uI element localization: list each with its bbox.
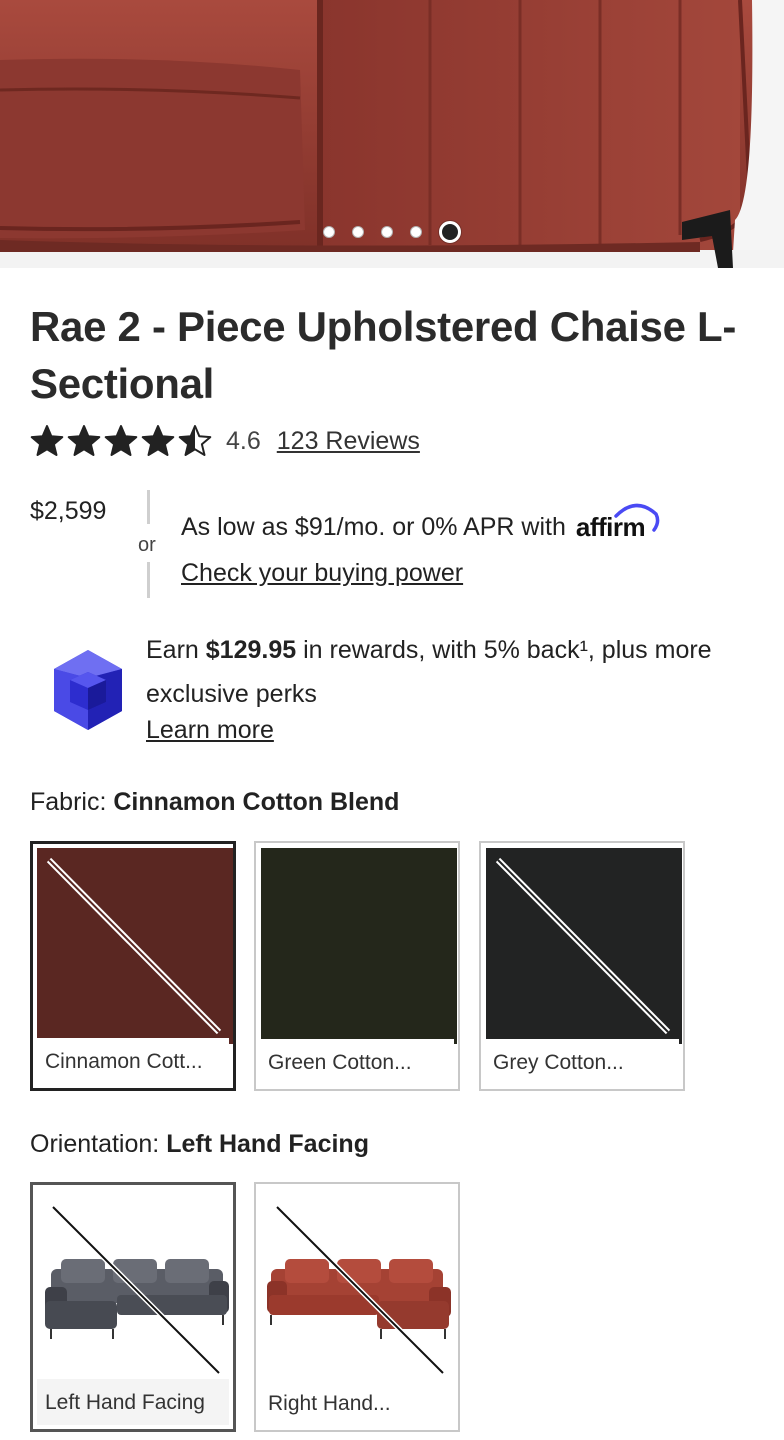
carousel-dot[interactable] [410,226,422,238]
fabric-swatch-caption: Grey Cotton... [493,1051,624,1074]
carousel-dots [0,220,784,244]
orientation-caption: Right Hand... [268,1392,391,1415]
carousel-dot[interactable] [323,226,335,238]
rewards-prefix: Earn [146,636,206,664]
star-full-icon [30,425,64,456]
fabric-selected-value: Cinnamon Cotton Blend [113,788,400,816]
or-label: or [138,534,156,556]
financing-text: As low as $91/mo. or 0% APR with [181,513,566,541]
fabric-swatch-image [37,848,233,1044]
star-full-icon [104,425,138,456]
reviews-link[interactable]: 123 Reviews [277,427,420,456]
fabric-swatch-cinnamon[interactable]: Cinnamon Cott... [30,841,236,1091]
fabric-swatch-green[interactable]: Green Cotton... [254,841,460,1091]
product-title: Rae 2 - Piece Upholstered Chaise L-Secti… [30,303,737,407]
sectional-left-image [45,1205,229,1375]
orientation-selected-value: Left Hand Facing [166,1130,369,1158]
carousel-dot[interactable] [352,226,364,238]
check-buying-power-link[interactable]: Check your buying power [181,559,463,588]
star-half-icon [178,425,212,456]
fabric-swatch-image [261,848,457,1044]
affirm-arc-icon [614,503,660,532]
carousel-dot[interactable] [381,226,393,238]
fabric-label-prefix: Fabric: [30,788,114,816]
rating-value: 4.6 [226,426,261,455]
divider [147,562,150,598]
orientation-label-prefix: Orientation: [30,1130,167,1158]
orientation-image [261,1189,457,1385]
affirm-logo: affirm [576,503,660,543]
gem-icon [54,650,122,730]
rewards-amount: $129.95 [205,636,297,664]
star-rating [30,424,212,458]
star-full-icon [67,425,101,456]
product-image-carousel[interactable] [0,0,784,268]
financing-offer: As low as $91/mo. or 0% APR with affirm [181,503,660,543]
orientation-image [37,1189,233,1385]
unavailable-slash-icon [46,857,222,1035]
orientation-label: Orientation: Left Hand Facing [30,1130,369,1159]
divider [147,490,150,524]
price: $2,599 [30,497,107,525]
sectional-right-image [267,1205,451,1375]
fabric-label: Fabric: Cinnamon Cotton Blend [30,788,399,817]
learn-more-link[interactable]: Learn more [146,716,274,745]
star-full-icon [141,425,175,456]
rating-row: 4.6 123 Reviews [30,424,420,458]
orientation-option-right[interactable]: Right Hand... [254,1182,460,1432]
fabric-swatch-image [486,848,682,1044]
orientation-option-left[interactable]: Left Hand Facing [30,1182,236,1432]
unavailable-slash-icon [495,857,671,1035]
fabric-swatch-grey[interactable]: Grey Cotton... [479,841,685,1091]
fabric-swatch-caption: Cinnamon Cott... [45,1050,203,1073]
rewards-text: Earn $129.95 in rewards, with 5% back¹, … [146,628,766,716]
orientation-caption: Left Hand Facing [45,1391,205,1414]
carousel-dot[interactable] [439,221,461,243]
fabric-swatch-caption: Green Cotton... [268,1051,412,1074]
